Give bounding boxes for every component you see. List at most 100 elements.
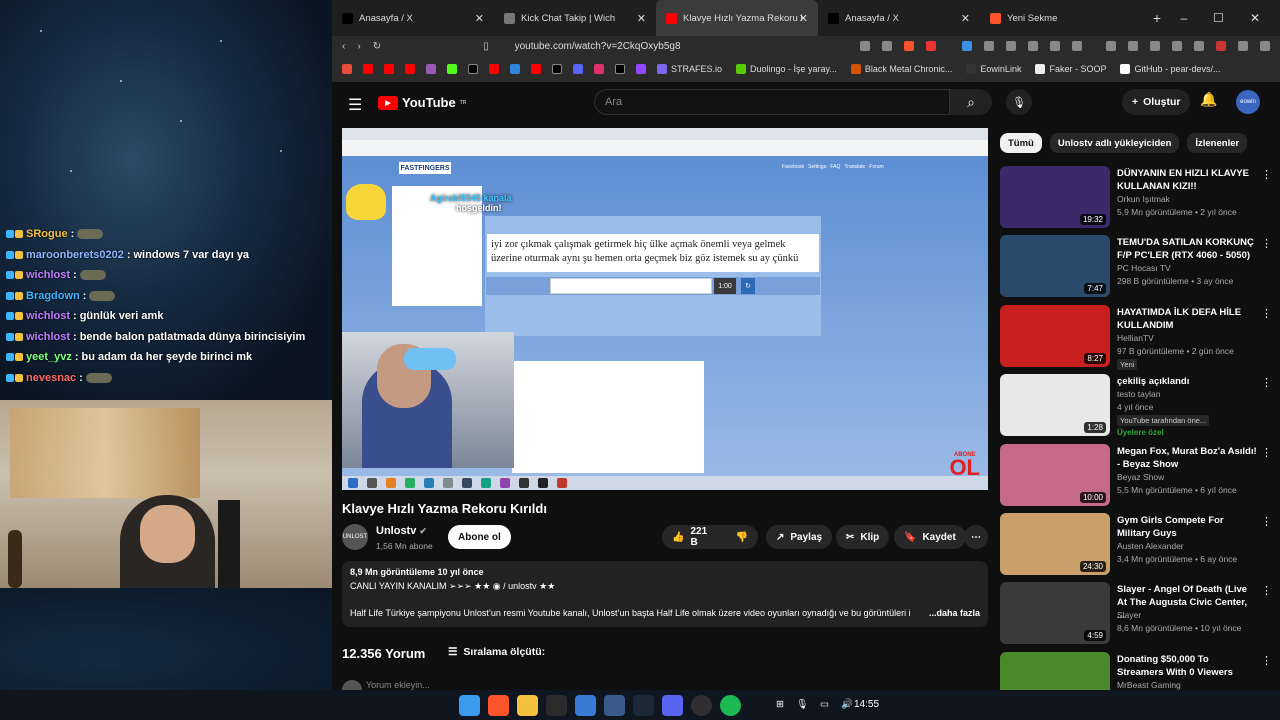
browser-tab[interactable]: Kick Chat Takip | Wich ✕ — [494, 0, 656, 36]
recommended-video[interactable]: 4:59 Slayer - Angel Of Death (Live At The… — [1000, 582, 1272, 646]
video-title-link[interactable]: Donating $50,000 To Streamers With 0 Vie… — [1117, 653, 1257, 679]
forward-icon[interactable]: › — [357, 41, 360, 52]
maximize-icon[interactable]: ☐ — [1213, 11, 1224, 25]
chat-username[interactable]: yeet_yvz — [26, 351, 72, 363]
reload-icon[interactable]: ↻ — [373, 41, 381, 52]
video-channel[interactable]: MrBeast Gaming — [1117, 680, 1181, 690]
chat-username[interactable]: wichlost — [26, 269, 70, 281]
video-title-link[interactable]: çekiliş açıklandı — [1117, 375, 1257, 388]
brave-icon[interactable] — [488, 695, 509, 716]
video-thumbnail[interactable]: 19:32 — [1000, 166, 1110, 228]
chat-username[interactable]: maroonberets0202 — [26, 249, 124, 261]
sort-comments-button[interactable]: ☰ Sıralama ölçütü: — [448, 646, 545, 658]
filter-chip[interactable]: İzlenenler — [1187, 133, 1248, 153]
video-title-link[interactable]: HAYATIMDA İLK DEFA HİLE KULLANDIM — [1117, 306, 1257, 332]
video-thumbnail[interactable]: 7:47 — [1000, 235, 1110, 298]
video-channel[interactable]: PC Hocası TV — [1117, 263, 1171, 273]
url-field[interactable]: youtube.com/watch?v=2CkqOxyb5g8 — [501, 41, 848, 52]
taskbar-clock[interactable]: 14:55 — [854, 699, 879, 710]
more-options-icon[interactable]: ⋮ — [1261, 515, 1272, 528]
video-thumbnail[interactable]: 1:28 — [1000, 374, 1110, 437]
chat-username[interactable]: wichlost — [26, 331, 70, 343]
filter-chip[interactable]: Unlostv adlı yükleyiciden — [1049, 133, 1180, 153]
more-options-icon[interactable]: ⋮ — [1261, 654, 1272, 667]
chat-username[interactable]: Bragdown — [26, 290, 80, 302]
tab-close-icon[interactable]: ✕ — [961, 12, 970, 25]
video-channel[interactable]: Orkun Işıtmak — [1117, 194, 1170, 204]
subscribe-button[interactable]: Abone ol — [448, 525, 511, 549]
browser-tab[interactable]: Anasayfa / X ✕ — [332, 0, 494, 36]
video-title-link[interactable]: TEMU'DA SATILAN KORKUNÇ F/P PC'LER (RTX … — [1117, 236, 1257, 262]
back-icon[interactable]: ‹ — [342, 41, 345, 52]
search-input[interactable]: Ara — [594, 89, 950, 115]
hammer-icon[interactable] — [546, 695, 567, 716]
bookmark-item[interactable]: Black Metal Chronic... — [850, 64, 952, 74]
volume-icon[interactable]: 🔊 — [841, 699, 853, 710]
recommended-video[interactable]: 24:30 Gym Girls Compete For Military Guys… — [1000, 513, 1272, 577]
snip-icon[interactable] — [604, 695, 625, 716]
account-avatar[interactable]: eowin — [1236, 90, 1260, 114]
dislike-icon[interactable]: 👎 — [736, 532, 748, 543]
new-tab-button[interactable]: + — [1142, 10, 1172, 26]
video-player[interactable]: FASTFINGERS Facebook Settings FAQ Transl… — [342, 128, 988, 490]
menu-icon[interactable]: ☰ — [348, 95, 362, 115]
share-button[interactable]: ↗ Paylaş — [766, 525, 833, 549]
video-channel[interactable]: Beyaz Show — [1117, 472, 1164, 482]
more-options-icon[interactable]: ⋮ — [1261, 376, 1272, 389]
windows-start-icon[interactable] — [459, 695, 480, 716]
tab-close-icon[interactable]: ✕ — [475, 12, 484, 25]
video-channel[interactable]: Slayer — [1117, 610, 1141, 620]
bookmark-icon[interactable]: ▯ — [483, 41, 489, 52]
steam-icon[interactable] — [633, 695, 654, 716]
create-button[interactable]: + Oluştur — [1122, 89, 1191, 115]
video-channel[interactable]: HellianTV — [1117, 333, 1154, 343]
filter-chip[interactable]: Tümü — [1000, 133, 1042, 153]
video-channel[interactable]: Austen Alexander — [1117, 541, 1184, 551]
video-thumbnail[interactable]: 24:30 — [1000, 513, 1110, 575]
youtube-logo[interactable]: ▶ YouTube TR — [378, 95, 466, 110]
close-icon[interactable]: ✕ — [1250, 11, 1260, 25]
video-thumbnail[interactable]: 8:27 — [1000, 304, 1110, 367]
apps-grid-icon[interactable]: ⊞ — [776, 699, 784, 710]
tab-close-icon[interactable]: ✕ — [799, 12, 808, 25]
video-title-link[interactable]: DÜNYANIN EN HIZLI KLAVYE KULLANAN KIZI!! — [1117, 167, 1257, 193]
browser-tab[interactable]: Anasayfa / X ✕ — [818, 0, 980, 36]
like-count[interactable]: 221 B — [690, 526, 715, 548]
microphone-tray-icon[interactable]: 🎙 — [796, 699, 808, 710]
more-options-icon[interactable]: ⋮ — [1261, 168, 1272, 181]
recommended-video[interactable]: 7:47 TEMU'DA SATILAN KORKUNÇ F/P PC'LER (… — [1000, 235, 1272, 299]
video-thumbnail[interactable]: 10:00 — [1000, 443, 1110, 506]
tab-close-icon[interactable]: ✕ — [637, 12, 646, 25]
chat-username[interactable]: wichlost — [26, 310, 70, 322]
recommended-video[interactable]: 19:32 DÜNYANIN EN HIZLI KLAVYE KULLANAN K… — [1000, 166, 1272, 230]
recommended-video[interactable]: 8:27 HAYATIMDA İLK DEFA HİLE KULLANDIM Hel… — [1000, 304, 1272, 370]
spotify-icon[interactable] — [720, 695, 741, 716]
discord-icon[interactable] — [662, 695, 683, 716]
more-options-icon[interactable]: ⋮ — [1261, 307, 1272, 320]
add-comment-input[interactable]: Yorum ekleyin... — [366, 680, 430, 690]
description-more-link[interactable]: ...daha fazla — [929, 608, 980, 618]
video-title-link[interactable]: Gym Girls Compete For Military Guys — [1117, 514, 1257, 540]
bookmark-item[interactable]: STRAFES.io — [657, 64, 722, 74]
search-button[interactable]: ⌕ — [950, 89, 992, 115]
clip-button[interactable]: ✂ Klip — [836, 525, 890, 549]
save-button[interactable]: 🔖 Kaydet — [894, 525, 966, 549]
voice-search-button[interactable]: 🎙 — [1006, 89, 1032, 115]
more-actions-button[interactable]: ⋯ — [964, 525, 988, 549]
recommended-video[interactable]: 1:28 çekiliş açıklandı testo taylan 4 yıl ö… — [1000, 374, 1272, 438]
folder-icon[interactable] — [517, 695, 538, 716]
channel-name[interactable]: Unlostv ✔ — [376, 525, 427, 537]
channel-avatar[interactable]: UNLOST — [342, 524, 368, 550]
browser-tab[interactable]: Klavye Hızlı Yazma Rekoru Kı ✕ — [656, 0, 818, 36]
chat-username[interactable]: nevesnac — [26, 372, 76, 384]
video-channel[interactable]: testo taylan — [1117, 389, 1160, 399]
recommended-video[interactable]: 10:00 Megan Fox, Murat Boz'a Asıldı! - Be… — [1000, 443, 1272, 508]
browser-tab[interactable]: Yeni Sekme — [980, 0, 1142, 36]
video-description[interactable]: 8,9 Mn görüntüleme 10 yıl önce CANLI YAY… — [342, 561, 988, 627]
more-options-icon[interactable]: ⋮ — [1261, 237, 1272, 250]
more-options-icon[interactable]: ⋮ — [1261, 584, 1272, 597]
notifications-icon[interactable]: 🔔 — [1200, 91, 1217, 108]
photos-icon[interactable] — [575, 695, 596, 716]
bookmark-item[interactable]: EowinLink — [966, 64, 1021, 74]
bookmark-item[interactable]: GitHub - pear-devs/... — [1120, 64, 1221, 74]
